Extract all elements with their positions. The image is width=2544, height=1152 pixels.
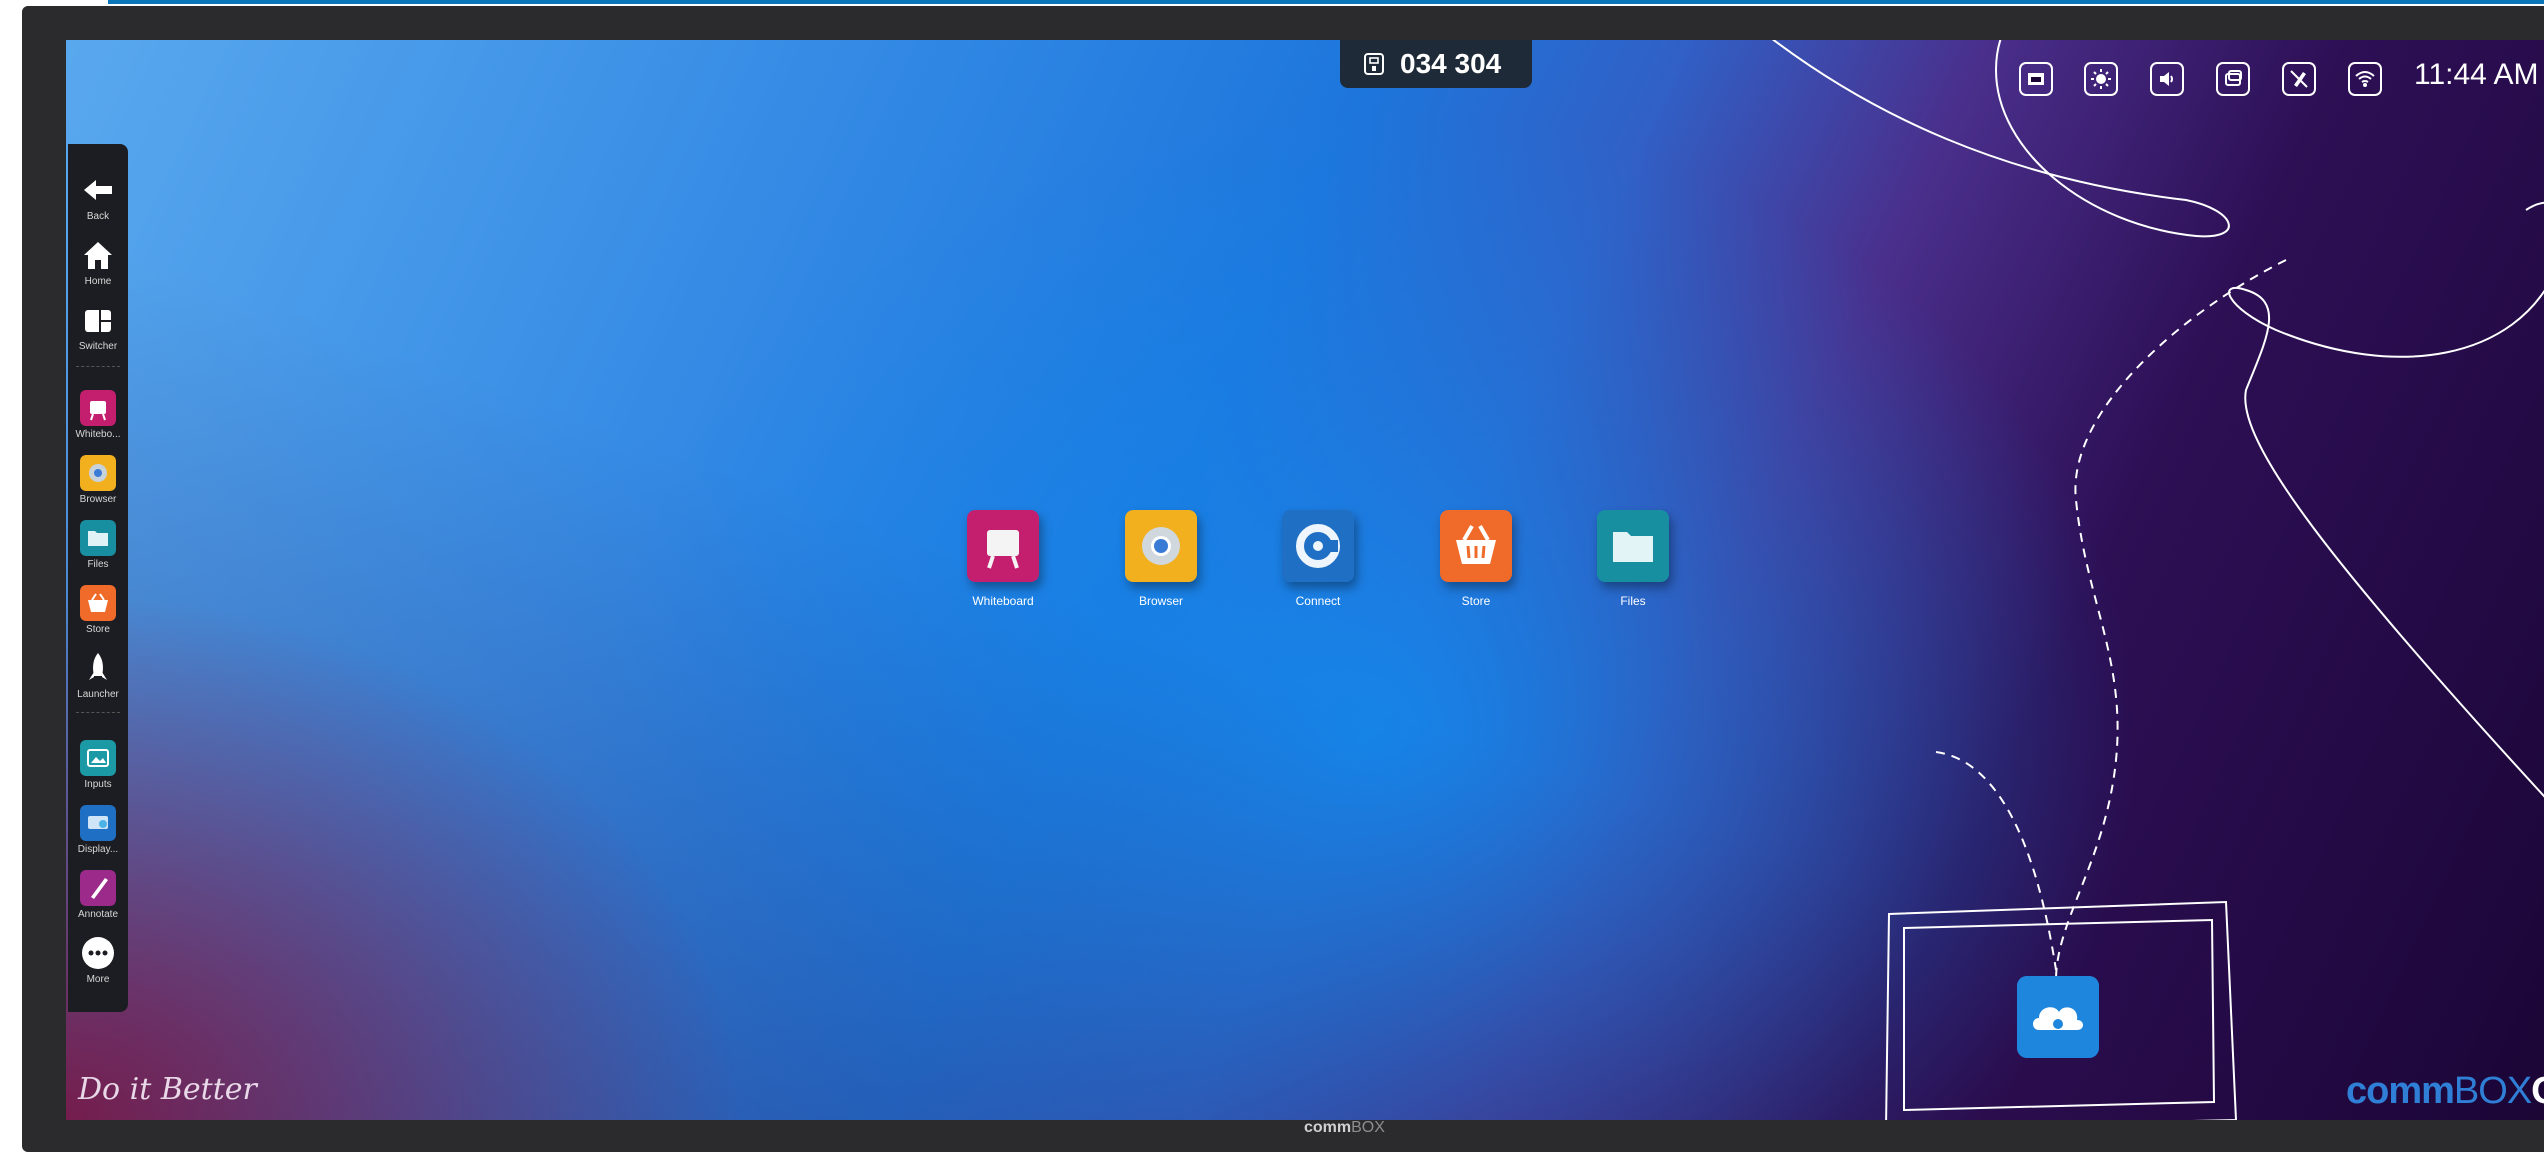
connect-icon [1282,510,1354,582]
whiteboard-icon [967,510,1039,582]
sidebar-separator [76,712,120,715]
cloud-app-icon[interactable] [2017,976,2099,1058]
whiteboard-icon [80,390,116,426]
sidebar-item-store[interactable]: Store [68,585,128,635]
brand-logo: commBOXOS [2346,1070,2544,1112]
desktop-app-connect[interactable]: Connect [1263,510,1373,608]
sidebar-item-files[interactable]: Files [68,520,128,570]
home-icon [84,242,112,269]
basket-icon [1440,510,1512,582]
sidebar: Back Home Switcher Whitebo... Browser Fi… [68,144,128,1012]
sidebar-item-annotate[interactable]: Annotate [68,870,128,920]
sidebar-separator [76,366,120,369]
sidebar-item-display[interactable]: Display... [68,805,128,855]
sidebar-item-switcher[interactable]: Switcher [68,302,128,352]
browser-icon [80,455,116,491]
switcher-icon [85,310,111,332]
desktop-app-browser[interactable]: Browser [1106,510,1216,608]
sidebar-item-more[interactable]: More [68,935,128,985]
sidebar-item-inputs[interactable]: Inputs [68,740,128,790]
desktop-app-files[interactable]: Files [1578,510,1688,608]
sidebar-item-back[interactable]: Back [68,172,128,222]
annotate-icon [80,870,116,906]
desktop-screen: 034 304 11:44 AM Back Home Switcher Whit… [66,40,2544,1120]
desktop-app-store[interactable]: Store [1421,510,1531,608]
cast-code-icon [1364,53,1384,75]
top-accent-band [108,0,2544,4]
back-arrow-icon [84,180,112,200]
sidebar-item-home[interactable]: Home [68,237,128,287]
sidebar-item-whiteboard[interactable]: Whitebo... [68,390,128,440]
store-icon [80,585,116,621]
desktop-app-whiteboard[interactable]: Whiteboard [948,510,1058,608]
display-icon [80,805,116,841]
folder-icon [1597,510,1669,582]
meeting-code: 034 304 [1400,48,1502,79]
bezel-logo: commBOX [1304,1119,1385,1136]
tagline: Do it Better [78,1072,257,1107]
sidebar-item-launcher[interactable]: Launcher [68,650,128,700]
more-icon [82,937,114,969]
meeting-code-pill[interactable]: 034 304 [1340,40,1532,88]
rocket-icon [89,653,107,680]
sidebar-item-browser[interactable]: Browser [68,455,128,505]
inputs-icon [80,740,116,776]
files-icon [80,520,116,556]
display-bezel: commBOX 034 304 11:44 AM Back Home Switc… [22,6,2544,1152]
chrome-icon [1125,510,1197,582]
